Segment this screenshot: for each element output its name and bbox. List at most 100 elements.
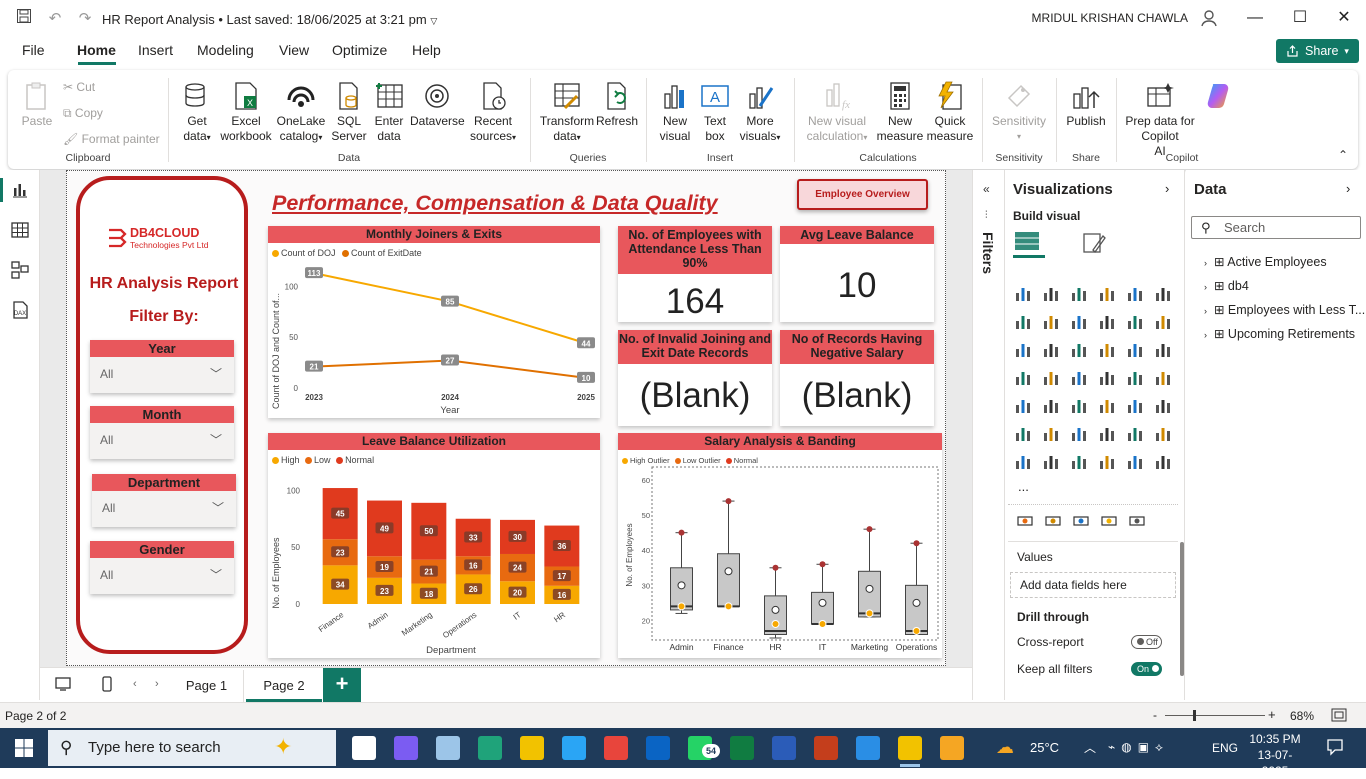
gender-slicer[interactable]: Gender All ﹀	[90, 541, 234, 594]
kpi-card-negative-salary[interactable]: No of Records Having Negative Salary (Bl…	[780, 330, 934, 426]
clustered-bar-visual-icon[interactable]	[1069, 283, 1089, 303]
save-icon[interactable]	[13, 8, 35, 30]
stacked-bar-visual-icon[interactable]	[1013, 283, 1033, 303]
language-indicator[interactable]: ENG	[1212, 741, 1238, 755]
multi-row-card-visual-icon[interactable]	[1013, 395, 1033, 415]
copy-button[interactable]: ⧉ Copy	[63, 106, 103, 121]
key-influencers-visual-icon[interactable]	[1041, 423, 1061, 443]
onelake-catalog-button[interactable]: OneLake catalog▾	[274, 80, 328, 145]
paste-button[interactable]: Paste	[18, 80, 56, 129]
enter-data-button[interactable]: Enter data	[370, 80, 408, 144]
close-button[interactable]: ✕	[1329, 6, 1359, 30]
filled-map-visual-icon[interactable]	[1069, 367, 1089, 387]
chevron-visual-icon[interactable]	[1153, 451, 1173, 471]
new-visual-button[interactable]: New visual	[654, 80, 696, 144]
zoom-out-button[interactable]: -	[1153, 708, 1157, 722]
kpi-card-attendance[interactable]: No. of Employees with Attendance Less Th…	[618, 226, 772, 322]
maximize-button[interactable]: ☐	[1285, 6, 1315, 30]
menu-view[interactable]: View	[279, 42, 309, 58]
kpi-visual-icon[interactable]	[1041, 395, 1061, 415]
line-visual-icon[interactable]	[1013, 311, 1033, 331]
more-visuals-button[interactable]: More visuals▾	[736, 80, 784, 145]
sensitivity-button[interactable]: Sensitivity ▾	[988, 80, 1050, 144]
menu-file[interactable]: File	[22, 42, 45, 58]
refresh-button[interactable]: Refresh	[596, 80, 638, 129]
table-view-icon[interactable]	[10, 220, 30, 240]
month-slicer[interactable]: Month All ﹀	[90, 406, 234, 459]
100-bar-visual-icon[interactable]	[1125, 283, 1145, 303]
get-data-button[interactable]: Get data▾	[176, 80, 218, 145]
zoom-in-button[interactable]: +	[1268, 707, 1276, 722]
avatar-icon[interactable]	[1199, 8, 1219, 28]
new-card-visual-icon[interactable]	[1041, 451, 1061, 471]
zoom-slider-thumb[interactable]	[1193, 710, 1196, 721]
next-page-icon[interactable]: ›	[155, 678, 159, 690]
python-visual-visual-icon[interactable]	[1013, 423, 1033, 443]
waterfall-visual-icon[interactable]	[1013, 339, 1033, 359]
format-visual-tab[interactable]	[1081, 230, 1107, 256]
recent-sources-button[interactable]: Recent sources▾	[466, 80, 520, 145]
menu-modeling[interactable]: Modeling	[197, 42, 254, 58]
area-visual-icon[interactable]	[1041, 311, 1061, 331]
prep-data-copilot-button[interactable]: Prep data for Copilot AI	[1122, 80, 1198, 159]
funnel-2-visual-icon[interactable]	[1069, 339, 1089, 359]
tray-chevron-icon[interactable]: ︿	[1084, 739, 1096, 756]
copilot-button[interactable]	[1200, 80, 1236, 114]
card-visual-icon[interactable]	[1153, 367, 1173, 387]
minimize-button[interactable]: —	[1240, 6, 1270, 30]
zoom-slider[interactable]	[1165, 715, 1265, 716]
narrative-icon[interactable]	[1043, 511, 1063, 531]
user-name[interactable]: MRIDUL KRISHAN CHAWLA	[1032, 11, 1188, 25]
powerpoint-app-icon[interactable]	[814, 736, 838, 760]
share-button[interactable]: Share ▾	[1276, 39, 1359, 63]
100-area-visual-icon[interactable]	[1097, 311, 1117, 331]
sync-slicer-icon[interactable]	[1127, 511, 1147, 531]
task-view-icon[interactable]	[352, 736, 376, 760]
smart-narrative-visual-icon[interactable]	[1097, 423, 1117, 443]
kpi-card-leave-balance[interactable]: Avg Leave Balance 10	[780, 226, 934, 322]
copilot-sparkle-icon[interactable]: ✦	[274, 734, 292, 760]
cut-button[interactable]: ✂ Cut	[63, 80, 95, 94]
word-app-icon[interactable]	[772, 736, 796, 760]
scatter-visual-icon[interactable]	[1097, 339, 1117, 359]
sql-server-button[interactable]: SQL Server	[330, 80, 368, 144]
table-item-upcoming-retirements[interactable]: › ⊞ Upcoming Retirements	[1204, 326, 1355, 341]
diamond-visual-icon[interactable]	[1125, 451, 1145, 471]
gauge-small-icon[interactable]	[1099, 511, 1119, 531]
mobile-layout-icon[interactable]	[100, 675, 114, 693]
vscode-icon[interactable]	[856, 736, 880, 760]
stacked-column-visual-icon[interactable]	[1041, 283, 1061, 303]
fit-to-page-icon[interactable]	[1331, 708, 1347, 722]
menu-optimize[interactable]: Optimize	[332, 42, 387, 58]
outlook-icon[interactable]	[646, 736, 670, 760]
chrome-icon[interactable]	[604, 736, 628, 760]
build-visual-tab[interactable]	[1013, 228, 1045, 258]
clock[interactable]: 10:35 PM 13-07-2025	[1246, 731, 1304, 779]
quick-measure-button[interactable]: Quick measure	[926, 80, 974, 144]
expand-pane-icon[interactable]: ›	[1165, 181, 1169, 196]
pane-scrollbar[interactable]	[1180, 542, 1184, 676]
table-item-employees-less[interactable]: › ⊞ Employees with Less T...	[1204, 302, 1365, 317]
trophy-visual-icon[interactable]	[1153, 423, 1173, 443]
tray-icons[interactable]: ⌁◍▣⟡	[1108, 740, 1169, 755]
gauge-visual-icon[interactable]	[1125, 367, 1145, 387]
add-page-button[interactable]: +	[323, 668, 361, 702]
add-data-fields-well[interactable]: Add data fields here	[1010, 572, 1176, 598]
power-apps-visual-icon[interactable]	[1013, 451, 1033, 471]
format-painter-button[interactable]: 🖌 Format painter	[63, 132, 160, 146]
desktop-layout-icon[interactable]	[54, 675, 72, 693]
paginated-sync-icon[interactable]	[1071, 511, 1091, 531]
text-box-button[interactable]: A Text box	[698, 80, 732, 144]
page-tab-1[interactable]: Page 1	[170, 670, 244, 702]
funnel-visual-icon[interactable]	[1041, 339, 1061, 359]
page-tab-2[interactable]: Page 2	[246, 670, 322, 702]
publish-button[interactable]: Publish	[1062, 80, 1110, 129]
more-visuals-ellipsis[interactable]: ...	[1018, 479, 1029, 494]
undo-icon[interactable]: ↶	[44, 8, 66, 30]
collapse-pane-icon[interactable]: «	[983, 182, 990, 196]
photos-icon[interactable]	[436, 736, 460, 760]
redo-icon[interactable]: ↷	[74, 8, 96, 30]
dax-query-view-icon[interactable]: DAX	[10, 300, 30, 320]
azure-map-visual-icon[interactable]	[1097, 367, 1117, 387]
year-slicer[interactable]: Year All ﹀	[90, 340, 234, 393]
